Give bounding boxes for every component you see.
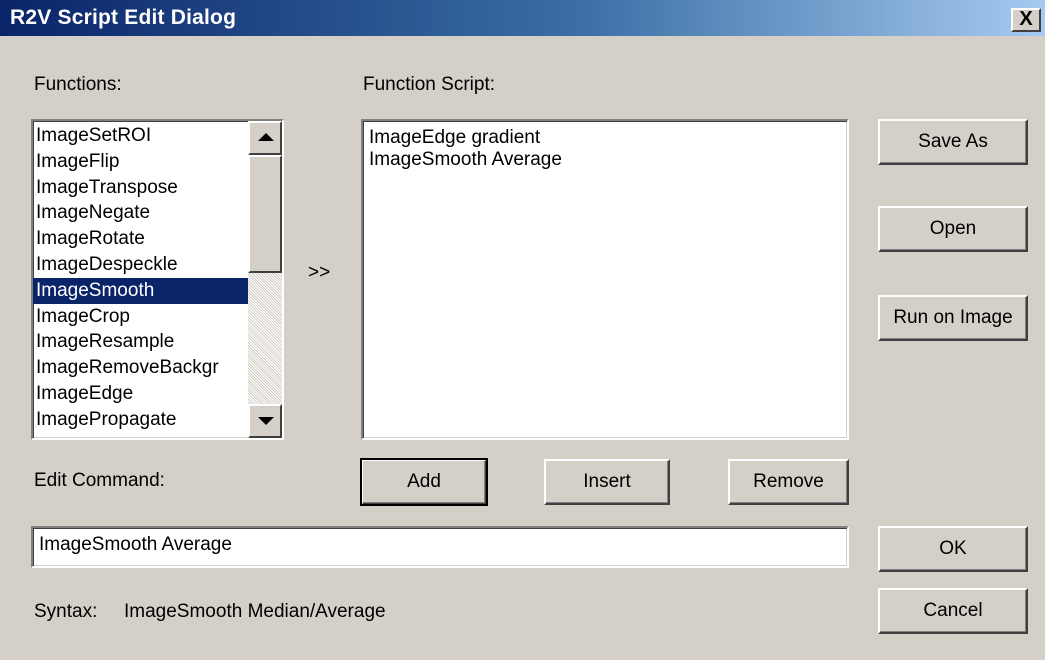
list-item[interactable]: ImageTranspose <box>33 175 248 201</box>
transfer-arrow-label: >> <box>308 262 331 283</box>
list-item[interactable]: ImageFlip <box>33 149 248 175</box>
list-item[interactable]: ImageRemoveBackgr <box>33 355 248 381</box>
list-item[interactable]: ImageEdge <box>33 381 248 407</box>
list-item[interactable]: ImageRotate <box>33 226 248 252</box>
open-button[interactable]: Open <box>878 206 1028 252</box>
close-icon: X <box>1019 8 1033 30</box>
scroll-up-button[interactable] <box>248 121 282 155</box>
save-as-button[interactable]: Save As <box>878 119 1028 165</box>
arrow-down-icon <box>258 417 274 425</box>
function-script-box[interactable]: ImageEdge gradient ImageSmooth Average <box>361 119 849 440</box>
add-button[interactable]: Add <box>360 458 488 506</box>
scroll-thumb[interactable] <box>248 155 282 273</box>
script-edit-dialog: R2V Script Edit Dialog X Functions: Imag… <box>0 0 1045 660</box>
list-item[interactable]: ImageCrop <box>33 304 248 330</box>
title-bar[interactable]: R2V Script Edit Dialog X <box>0 0 1045 36</box>
run-on-image-button[interactable]: Run on Image <box>878 295 1028 341</box>
edit-command-input[interactable]: ImageSmooth Average <box>31 526 849 568</box>
syntax-value: ImageSmooth Median/Average <box>124 601 386 622</box>
function-script-label: Function Script: <box>363 74 495 95</box>
ok-button[interactable]: OK <box>878 526 1028 572</box>
edit-command-value: ImageSmooth Average <box>39 534 232 555</box>
arrow-up-icon <box>258 133 274 141</box>
remove-button[interactable]: Remove <box>728 459 849 505</box>
functions-label: Functions: <box>34 74 122 95</box>
script-line[interactable]: ImageEdge gradient <box>363 127 847 149</box>
list-item[interactable]: ImageResample <box>33 329 248 355</box>
functions-listbox[interactable]: ImageSetROI ImageFlip ImageTranspose ImageN… <box>31 119 284 440</box>
script-lines: ImageEdge gradient ImageSmooth Average <box>363 127 847 171</box>
window-title: R2V Script Edit Dialog <box>10 6 237 29</box>
cancel-button[interactable]: Cancel <box>878 588 1028 634</box>
list-item[interactable]: ImageSetROI <box>33 123 248 149</box>
insert-button[interactable]: Insert <box>544 459 670 505</box>
list-item[interactable]: ImagePropagate <box>33 407 248 433</box>
list-item[interactable]: ImageDespeckle <box>33 252 248 278</box>
functions-scrollbar[interactable] <box>248 121 282 438</box>
list-item[interactable]: ImageSmooth <box>33 277 248 304</box>
scroll-down-button[interactable] <box>248 404 282 438</box>
list-item[interactable]: ImageNegate <box>33 200 248 226</box>
close-button[interactable]: X <box>1011 8 1041 32</box>
syntax-label: Syntax: <box>34 601 98 622</box>
functions-list: ImageSetROI ImageFlip ImageTranspose ImageN… <box>33 123 248 433</box>
edit-command-label: Edit Command: <box>34 470 165 491</box>
script-line[interactable]: ImageSmooth Average <box>363 149 847 171</box>
